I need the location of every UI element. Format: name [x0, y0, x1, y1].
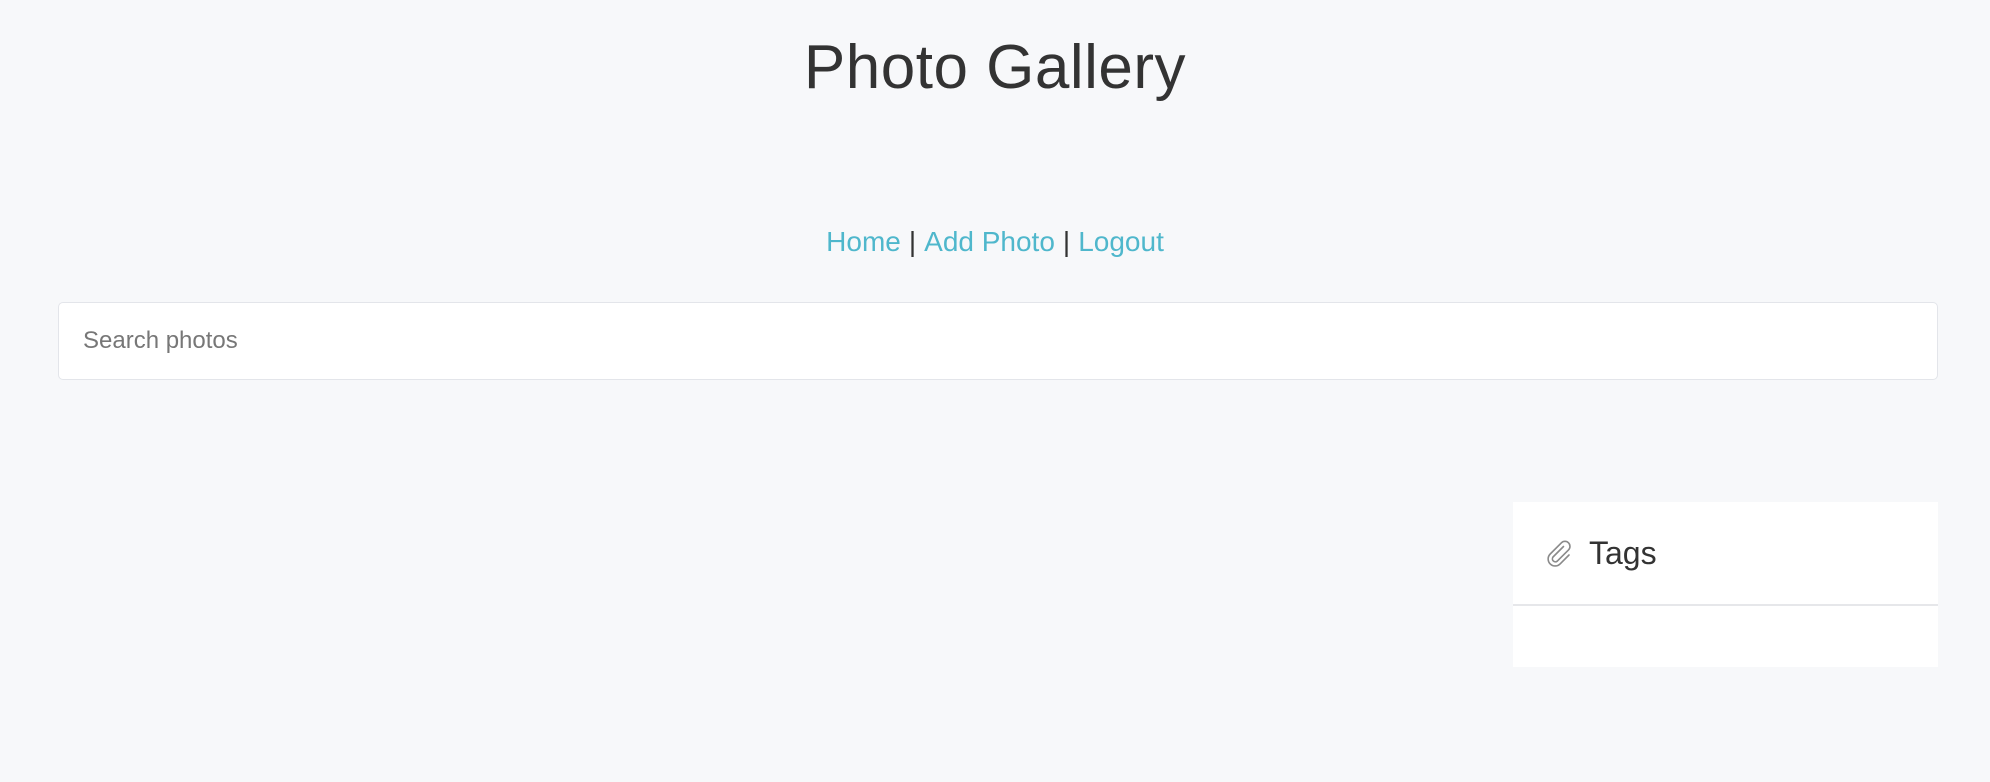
tags-panel: Tags [1513, 502, 1938, 667]
paperclip-icon [1543, 537, 1575, 569]
nav-separator: | [908, 226, 917, 257]
nav-link-add-photo[interactable]: Add Photo [924, 226, 1055, 257]
search-input[interactable] [58, 302, 1938, 380]
nav-link-logout[interactable]: Logout [1078, 226, 1164, 257]
nav-separator: | [1062, 226, 1071, 257]
top-nav: Home | Add Photo | Logout [0, 222, 1990, 262]
search-container [58, 302, 1938, 380]
nav-link-home[interactable]: Home [826, 226, 901, 257]
tags-panel-header: Tags [1513, 502, 1938, 606]
tags-list [1513, 606, 1938, 665]
page-title: Photo Gallery [803, 33, 1187, 102]
tags-panel-title: Tags [1589, 534, 1657, 571]
